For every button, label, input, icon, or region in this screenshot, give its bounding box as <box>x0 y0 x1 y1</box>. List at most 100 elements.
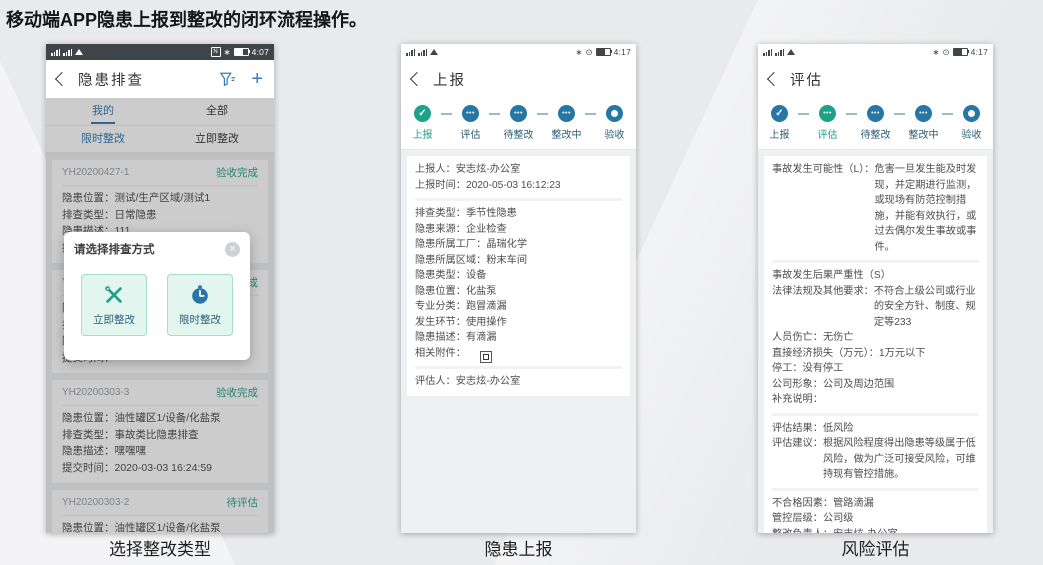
field-label: 事故发生可能性（L）： <box>772 164 875 175</box>
field-group: 评估人： 安志炫-办公室 <box>415 366 622 395</box>
page-title: 移动端APP隐患上报到整改的闭环流程操作。 <box>6 10 368 30</box>
battery-icon <box>595 47 613 57</box>
field-value: 不符合上级公司或行业的安全方针、制度、规定等233 <box>873 285 976 328</box>
wifi-icon <box>75 49 83 55</box>
step-rectifying: ••• 整改中 <box>905 105 942 141</box>
step-report: ✓ 上报 <box>761 105 798 141</box>
inspection-type-modal: 请选择排查方式 × 立即整改 限时整改 <box>64 232 250 360</box>
page: 移动端APP隐患上报到整改的闭环流程操作。 N ∗ 4:07 隐患排查 + 我的… <box>0 0 1043 565</box>
step-dots-icon: ••• <box>819 105 836 122</box>
field-value: 危害一旦发生能及时发现，并定期进行监测，或现场有防范控制措施，并能有效执行，或过… <box>874 164 977 253</box>
back-icon[interactable] <box>409 71 425 87</box>
option-label: 限时整改 <box>179 313 221 326</box>
field-value: 安志炫-办公室 <box>455 376 521 387</box>
field-row: 隐患所属区域： 粉末车间 <box>415 253 622 269</box>
caption-select-rectify-type: 选择整改类型 <box>109 540 211 559</box>
step-pending-rectify: ••• 待整改 <box>857 105 894 141</box>
field-row: 不合格因素： 管路滴漏 <box>772 496 979 512</box>
gps-icon: ⊙ <box>585 46 593 57</box>
field-label: 人员伤亡： <box>772 332 823 343</box>
step-check-icon: ✓ <box>771 105 788 122</box>
field-label: 管控层级： <box>772 513 823 524</box>
wifi-icon <box>787 49 795 55</box>
nav-bar: 隐患排查 + <box>46 60 274 98</box>
field-label: 不合格因素： <box>772 497 834 509</box>
field-label: 隐患所属区域： <box>415 254 487 266</box>
gps-icon: ⊙ <box>942 46 950 57</box>
signal-icon <box>775 48 784 56</box>
step-label: 上报 <box>412 130 433 141</box>
field-row: 发生环节： 使用操作 <box>415 315 622 331</box>
nav-bar: 评估 <box>758 60 993 98</box>
step-connector <box>537 113 548 115</box>
phone-risk-assessment: ∗ ⊙ 4:17 评估 ✓ 上报 ••• 评估 ••• 待整改 ••• 整改中 … <box>758 44 993 533</box>
field-value: 安志炫-办公室 <box>833 527 979 534</box>
step-connector <box>441 113 452 115</box>
step-dots-icon: ••• <box>915 105 932 122</box>
field-value: 根据风险程度得出隐患等级属于低风险，做为广泛可接受风险，可维持现有管控措施。 <box>822 438 976 480</box>
field-row: 隐患类型： 设备 <box>415 268 622 284</box>
option-timed-rectify[interactable]: 限时整改 <box>167 274 233 336</box>
step-label: 评估 <box>460 130 481 141</box>
signal-icon <box>63 48 72 56</box>
step-rectifying: ••• 整改中 <box>548 105 585 141</box>
back-icon[interactable] <box>766 71 782 87</box>
bluetooth-icon: ∗ <box>575 46 583 57</box>
field-group: 评估结果： 低风险 评估建议： 根据风险程度得出隐患等级属于低风险，做为广泛可接受风… <box>772 412 979 488</box>
field-row attachment-row: 相关附件： <box>415 346 622 363</box>
field-value: 2020-05-03 16:12:23 <box>465 179 561 191</box>
field-row: 隐患来源： 企业检查 <box>415 222 622 238</box>
field-row: 评估建议： 根据风险程度得出隐患等级属于低风险，做为广泛可接受风险，可维持现有管控… <box>772 436 979 483</box>
progress-stepper: ✓ 上报 ••• 评估 ••• 待整改 ••• 整改中 验收 <box>401 98 636 150</box>
field-label: 整改负责人： <box>772 527 833 534</box>
field-row: 评估人： 安志炫-办公室 <box>415 374 622 390</box>
field-row: 整改负责人：安志炫-办公室 <box>772 527 979 534</box>
step-acceptance: 验收 <box>953 105 990 141</box>
back-icon[interactable] <box>54 71 70 87</box>
field-label: 评估人： <box>415 376 456 387</box>
step-dots-icon: ••• <box>510 105 527 122</box>
step-label: 整改中 <box>908 130 939 141</box>
step-connector <box>489 113 500 115</box>
nav-bar: 上报 <box>401 60 636 98</box>
field-value: 无伤亡 <box>822 332 854 343</box>
field-row: 上报人： 安志炫-办公室 <box>415 162 622 178</box>
field-value: 公司级 <box>822 513 854 524</box>
signal-icon <box>763 48 772 56</box>
step-dots-icon: ••• <box>558 105 575 122</box>
add-icon[interactable]: + <box>251 69 263 89</box>
field-group: 事故发生可能性（L）： 危害一旦发生能及时发现，并定期进行监测，或现场有防范控制措… <box>772 157 979 260</box>
status-time: 4:17 <box>970 47 988 57</box>
field-row: 专业分类： 跑冒滴漏 <box>415 299 622 315</box>
step-label: 评估 <box>817 130 838 141</box>
step-connector <box>585 113 596 115</box>
tools-icon <box>105 285 122 303</box>
option-label: 立即整改 <box>93 313 135 326</box>
step-label: 待整改 <box>503 130 534 141</box>
nav-title: 隐患排查 <box>78 72 144 89</box>
field-label: 隐患类型： <box>415 270 466 281</box>
field-group: 事故发生后果严重性（S） 法律法规及其他要求： 不符合上级公司或行业的安全方针、制… <box>772 260 979 413</box>
step-report: ✓ 上报 <box>404 105 441 141</box>
field-row: 公司形象： 公司及周边范围 <box>772 377 979 393</box>
step-dots-icon: ••• <box>462 105 479 122</box>
field-row: 管控层级： 公司级 <box>772 511 979 527</box>
field-row: 评估结果： 低风险 <box>772 421 979 437</box>
step-label: 待整改 <box>860 130 891 141</box>
phone-hazard-list: N ∗ 4:07 隐患排查 + 我的 全部 限时整改 立即整改 YH202004… <box>46 44 274 533</box>
nav-title: 上报 <box>433 72 466 89</box>
filter-icon[interactable] <box>220 72 236 87</box>
step-ring-icon <box>606 105 623 122</box>
field-row: 直接经济损失（万元）： 1万元以下 <box>772 346 979 362</box>
field-row: 隐患位置： 化盐泵 <box>415 284 622 300</box>
field-group: 不合格因素：管路滴漏 管控层级：公司级 整改负责人：安志炫-办公室 <box>772 487 979 534</box>
field-label: 专业分类： <box>415 301 466 312</box>
field-row: 排查类型： 季节性隐患 <box>415 206 622 222</box>
step-label: 上报 <box>769 130 790 141</box>
close-icon[interactable]: × <box>225 241 240 257</box>
status-time: 4:07 <box>251 47 269 57</box>
signal-icon <box>51 48 60 56</box>
field-row: 补充说明： <box>772 392 979 408</box>
option-immediate-rectify[interactable]: 立即整改 <box>81 274 147 336</box>
field-value: 没有停工 <box>802 363 844 374</box>
